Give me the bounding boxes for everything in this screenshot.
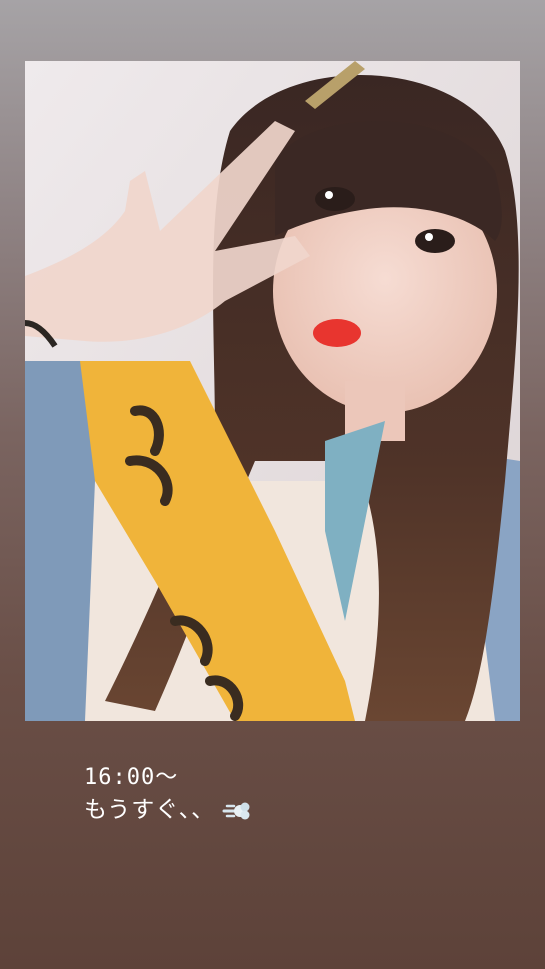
portrait-image — [25, 61, 520, 721]
caption-time: 16:00〜 — [84, 765, 179, 790]
caption-text: もうすぐ、、 — [84, 797, 216, 823]
lips — [313, 319, 361, 347]
left-eye — [315, 187, 355, 211]
story-frame[interactable]: 16:00〜 もうすぐ、、 — [0, 0, 545, 969]
right-eye — [415, 229, 455, 253]
story-caption: 16:00〜 もうすぐ、、 — [84, 762, 484, 826]
dash-emoji-icon — [221, 798, 251, 824]
story-photo[interactable] — [25, 61, 520, 721]
caption-text-line: もうすぐ、、 — [84, 794, 484, 826]
